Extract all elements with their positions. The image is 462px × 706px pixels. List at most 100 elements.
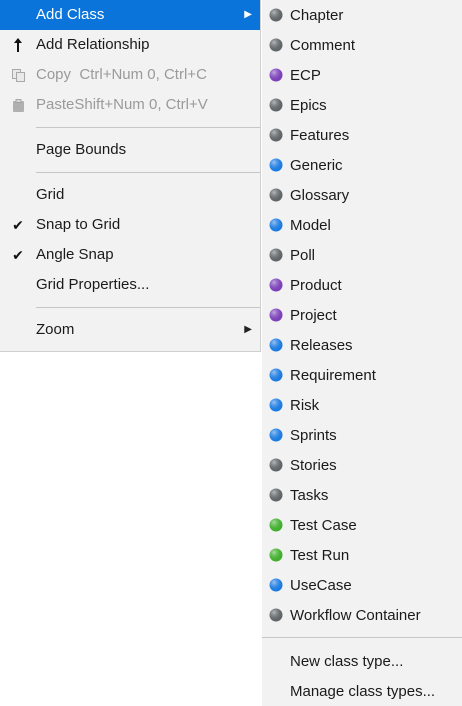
class-type-item[interactable]: Test Case — [262, 510, 462, 540]
new-class-type-item[interactable]: New class type... — [262, 646, 462, 676]
class-type-list: Chapter Comment ECP Epics Features Generic Glo… — [262, 0, 462, 630]
menu-item-label: Grid — [36, 186, 65, 203]
class-type-item[interactable]: Tasks — [262, 480, 462, 510]
menu-item-label: Add Class — [36, 6, 105, 23]
class-type-label: Model — [290, 216, 331, 234]
submenu-arrow-icon: ▶ — [244, 324, 252, 335]
class-type-label: Product — [290, 276, 342, 294]
class-type-icon — [262, 518, 290, 532]
class-type-icon — [262, 218, 290, 232]
class-type-label: Epics — [290, 96, 327, 114]
menu-item-label: Paste — [36, 96, 75, 113]
menu-item-snap-to-grid[interactable]: ✔ Snap to Grid — [0, 210, 260, 240]
class-type-icon — [262, 548, 290, 562]
menu-item-zoom[interactable]: Zoom ▶ — [0, 315, 260, 345]
class-type-label: Risk — [290, 396, 320, 414]
class-type-item[interactable]: Project — [262, 300, 462, 330]
menu-item-grid-properties[interactable]: Grid Properties... — [0, 270, 260, 300]
class-type-icon — [262, 428, 290, 442]
add-class-submenu: Chapter Comment ECP Epics Features Generic Glo… — [262, 0, 462, 706]
class-type-label: Project — [290, 306, 337, 324]
class-type-icon — [262, 488, 290, 502]
menu-separator — [36, 127, 260, 128]
class-type-item[interactable]: Risk — [262, 390, 462, 420]
class-type-icon — [262, 278, 290, 292]
class-type-icon — [262, 68, 290, 82]
class-type-label: Workflow Container — [290, 606, 421, 624]
menu-item-label: Page Bounds — [36, 141, 127, 158]
class-type-item[interactable]: Glossary — [262, 180, 462, 210]
menu-item-label: Angle Snap — [36, 246, 114, 263]
menu-separator — [36, 307, 260, 308]
context-menu: Add Class ▶ Add Relationship Copy Ctrl+N… — [0, 0, 261, 352]
checkmark-icon: ✔ — [12, 247, 24, 263]
class-type-icon — [262, 188, 290, 202]
class-type-label: Tasks — [290, 486, 329, 504]
relationship-arrow-icon — [0, 30, 36, 60]
class-type-item[interactable]: Comment — [262, 30, 462, 60]
class-type-icon — [262, 368, 290, 382]
class-type-icon — [262, 8, 290, 22]
class-type-item[interactable]: Chapter — [262, 0, 462, 30]
menu-item-shortcut: Shift+Num 0, Ctrl+V — [74, 96, 208, 113]
menu-item-copy[interactable]: Copy Ctrl+Num 0, Ctrl+C — [0, 60, 260, 90]
class-type-label: Poll — [290, 246, 316, 264]
menu-item-page-bounds[interactable]: Page Bounds — [0, 135, 260, 165]
menu-item-add-class[interactable]: Add Class ▶ — [0, 0, 260, 30]
menu-item-paste[interactable]: PasteShift+Num 0, Ctrl+V — [0, 90, 260, 120]
copy-icon — [0, 60, 36, 90]
class-type-label: Chapter — [290, 6, 344, 24]
class-type-icon — [262, 458, 290, 472]
class-type-label: Sprints — [290, 426, 337, 444]
menu-separator — [262, 637, 462, 638]
checkmark-icon: ✔ — [12, 217, 24, 233]
class-type-icon — [262, 248, 290, 262]
menu-item-grid[interactable]: Grid — [0, 180, 260, 210]
class-type-label: Glossary — [290, 186, 350, 204]
menu-item-label: Add Relationship — [36, 36, 150, 53]
class-type-icon — [262, 608, 290, 622]
class-type-label: Stories — [290, 456, 337, 474]
class-type-icon — [262, 338, 290, 352]
class-type-item[interactable]: Releases — [262, 330, 462, 360]
class-type-label: ECP — [290, 66, 321, 84]
class-type-label: Releases — [290, 336, 353, 354]
class-type-item[interactable]: Requirement — [262, 360, 462, 390]
class-type-item[interactable]: UseCase — [262, 570, 462, 600]
class-type-icon — [262, 308, 290, 322]
menu-item-add-relationship[interactable]: Add Relationship — [0, 30, 260, 60]
class-type-icon — [262, 128, 290, 142]
class-type-item[interactable]: ECP — [262, 60, 462, 90]
class-type-item[interactable]: Generic — [262, 150, 462, 180]
menu-item-label: New class type... — [290, 652, 404, 670]
class-type-item[interactable]: Stories — [262, 450, 462, 480]
class-type-item[interactable]: Poll — [262, 240, 462, 270]
menu-separator — [36, 172, 260, 173]
class-type-label: Test Case — [290, 516, 357, 534]
class-type-item[interactable]: Product — [262, 270, 462, 300]
class-type-item[interactable]: Epics — [262, 90, 462, 120]
class-type-item[interactable]: Features — [262, 120, 462, 150]
manage-class-types-item[interactable]: Manage class types... — [262, 676, 462, 706]
class-type-label: Features — [290, 126, 350, 144]
class-type-icon — [262, 398, 290, 412]
menu-item-label: Zoom — [36, 321, 75, 338]
class-type-label: Comment — [290, 36, 356, 54]
class-type-label: Generic — [290, 156, 343, 174]
paste-icon — [0, 90, 36, 120]
class-type-icon — [262, 578, 290, 592]
menu-item-shortcut: Ctrl+Num 0, Ctrl+C — [79, 66, 207, 83]
class-type-icon — [262, 38, 290, 52]
menu-item-label: Grid Properties... — [36, 276, 150, 293]
class-type-item[interactable]: Test Run — [262, 540, 462, 570]
class-type-item[interactable]: Workflow Container — [262, 600, 462, 630]
class-type-item[interactable]: Model — [262, 210, 462, 240]
menu-item-label: Manage class types... — [290, 682, 436, 700]
class-type-item[interactable]: Sprints — [262, 420, 462, 450]
class-type-label: UseCase — [290, 576, 352, 594]
menu-item-angle-snap[interactable]: ✔ Angle Snap — [0, 240, 260, 270]
class-type-label: Test Run — [290, 546, 350, 564]
class-type-label: Requirement — [290, 366, 376, 384]
submenu-arrow-icon: ▶ — [244, 9, 252, 20]
menu-item-label: Snap to Grid — [36, 216, 121, 233]
